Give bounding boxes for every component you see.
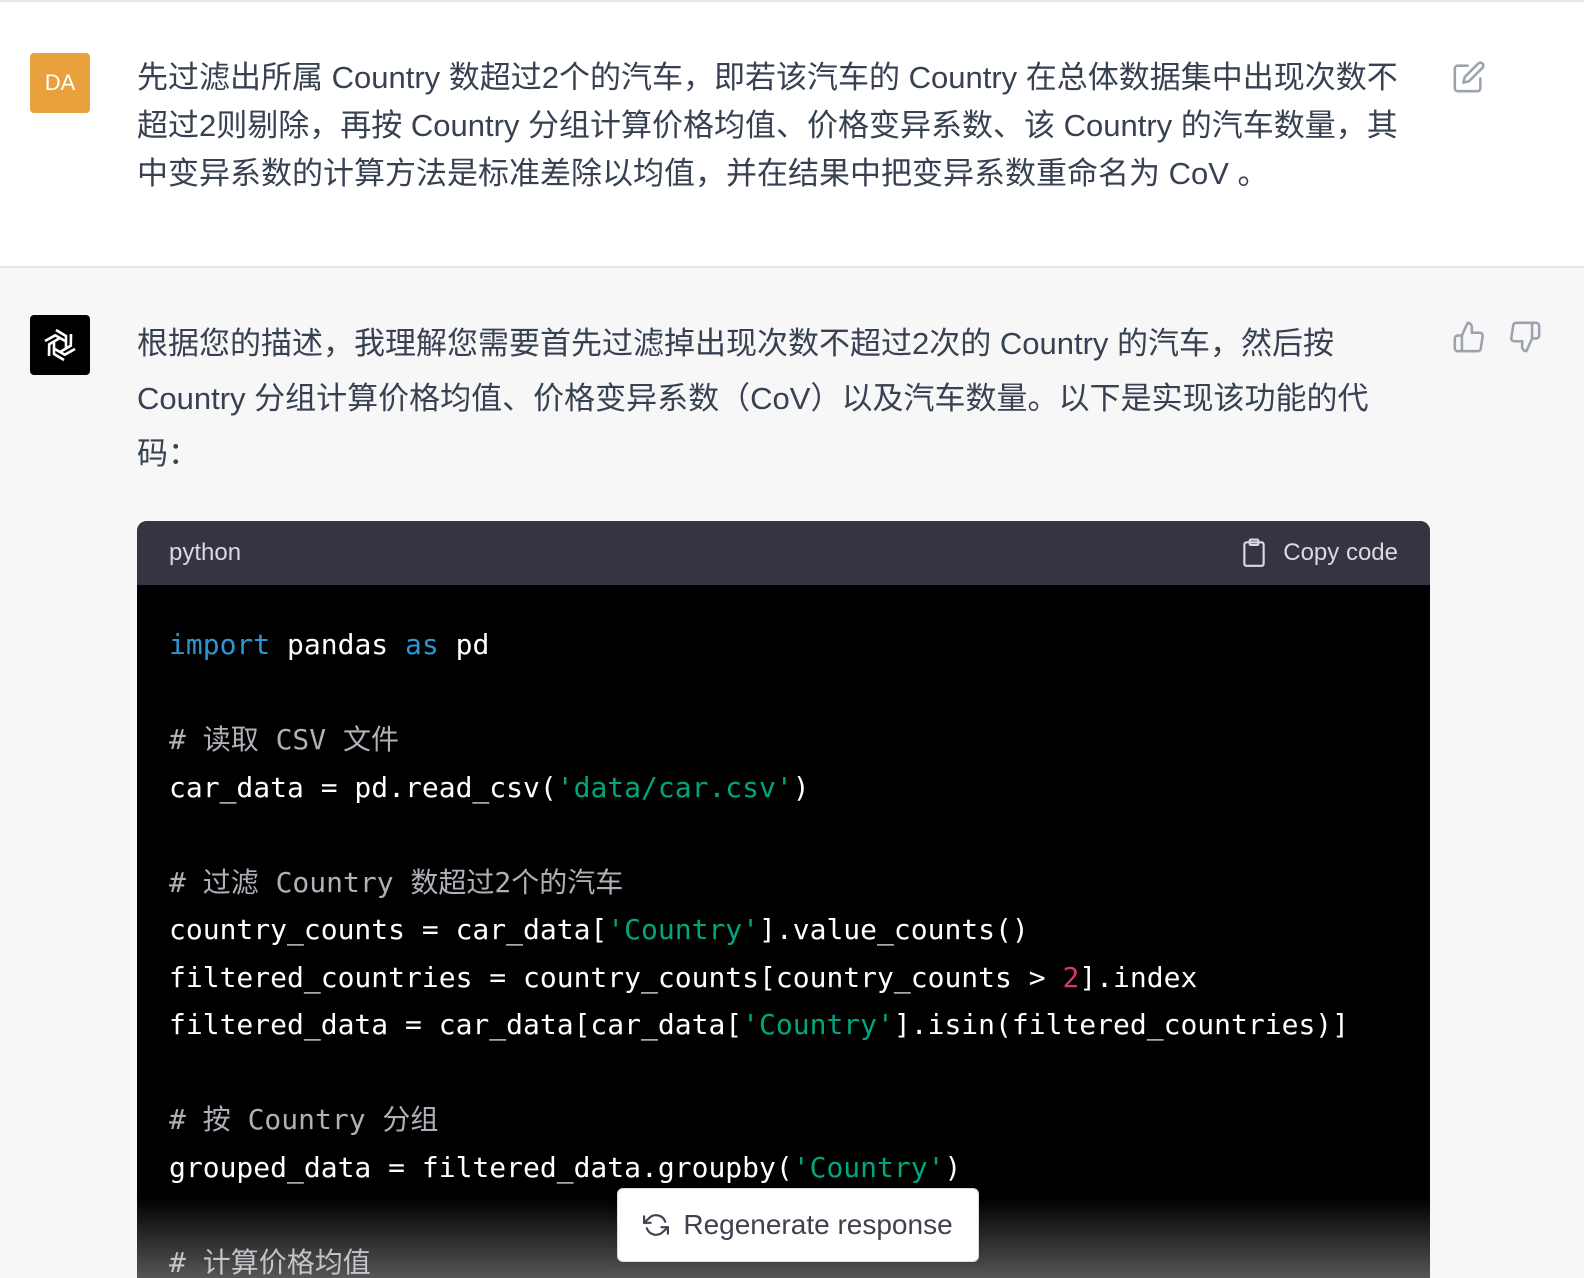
code-language-label: python (169, 539, 242, 566)
regenerate-response-label: Regenerate response (683, 1209, 953, 1240)
code-line: # 读取 CSV 文件 (169, 716, 1398, 764)
code-token: import (169, 628, 271, 661)
code-token: country_counts = car_data[ (169, 913, 608, 946)
code-line: filtered_countries = country_counts[coun… (169, 954, 1398, 1002)
user-message-text: 先过滤出所属 Country 数超过2个的汽车，即若该汽车的 Country 在… (137, 60, 1398, 191)
code-token: 'Country' (607, 913, 760, 946)
code-token: filtered_data = car_data[car_data[ (169, 1008, 743, 1041)
code-token: ].value_counts() (759, 913, 1029, 946)
code-line: # 按 Country 分组 (169, 1096, 1398, 1144)
clipboard-icon (1243, 538, 1265, 567)
code-token: # 按 Country 分组 (169, 1103, 439, 1136)
assistant-message: 根据您的描述，我理解您需要首先过滤掉出现次数不超过2次的 Country 的汽车… (0, 268, 1584, 1278)
code-line: import pandas as pd (169, 621, 1398, 669)
edit-icon[interactable] (1452, 60, 1486, 94)
code-token: ) (944, 1150, 962, 1184)
assistant-intro-text: 根据您的描述，我理解您需要首先过滤掉出现次数不超过2次的 Country 的汽车… (137, 326, 1369, 471)
code-token: # 读取 CSV 文件 (169, 723, 400, 756)
code-token: filtered_countries = country_counts[coun… (169, 960, 1063, 994)
chat-page: DA 先过滤出所属 Country 数超过2个的汽车，即若该汽车的 Countr… (0, 0, 1584, 1278)
copy-code-button[interactable]: Copy code (1241, 538, 1398, 568)
code-token: pandas (270, 628, 406, 661)
code-token: 'Country' (742, 1008, 894, 1041)
user-avatar: DA (30, 53, 90, 113)
user-avatar-initials: DA (44, 70, 76, 95)
code-line: filtered_data = car_data[car_data['Count… (169, 1001, 1398, 1049)
user-message: DA 先过滤出所属 Country 数超过2个的汽车，即若该汽车的 Countr… (0, 0, 1584, 268)
code-token: pd (438, 628, 490, 661)
code-token: car_data = pd.read_csv( (169, 770, 557, 804)
code-line: car_data = pd.read_csv('data/car.csv') (169, 764, 1398, 812)
code-token: as (405, 628, 439, 661)
assistant-avatar (30, 315, 90, 375)
code-token: ].index (1079, 960, 1198, 994)
code-block: python Copy code import pandas as pd # 读取… (137, 521, 1430, 1278)
code-line: country_counts = car_data['Country'].val… (169, 906, 1398, 954)
code-token: # 计算价格均值 (169, 1245, 371, 1278)
openai-logo-icon (44, 328, 76, 362)
code-line: # 过滤 Country 数超过2个的汽车 (169, 859, 1398, 907)
code-token: 2 (1062, 960, 1080, 994)
code-header: python Copy code (137, 521, 1430, 585)
regenerate-response-button[interactable]: Regenerate response (617, 1188, 979, 1262)
refresh-icon (643, 1214, 670, 1236)
thumb-down-icon[interactable] (1508, 320, 1542, 354)
code-token: # 过滤 Country 数超过2个的汽车 (169, 865, 624, 899)
copy-code-label: Copy code (1283, 539, 1398, 566)
thumb-up-icon[interactable] (1452, 320, 1486, 354)
code-token: 'Country' (792, 1150, 945, 1184)
code-token: ].isin(filtered_countries)] (893, 1008, 1350, 1041)
code-body: import pandas as pd # 读取 CSV 文件 car_data =… (137, 585, 1430, 1278)
code-token: grouped_data = filtered_data.groupby( (169, 1150, 793, 1184)
code-token: ) (792, 770, 810, 804)
code-token: 'data/car.csv' (556, 770, 793, 804)
code-line: grouped_data = filtered_data.groupby('Co… (169, 1144, 1398, 1192)
